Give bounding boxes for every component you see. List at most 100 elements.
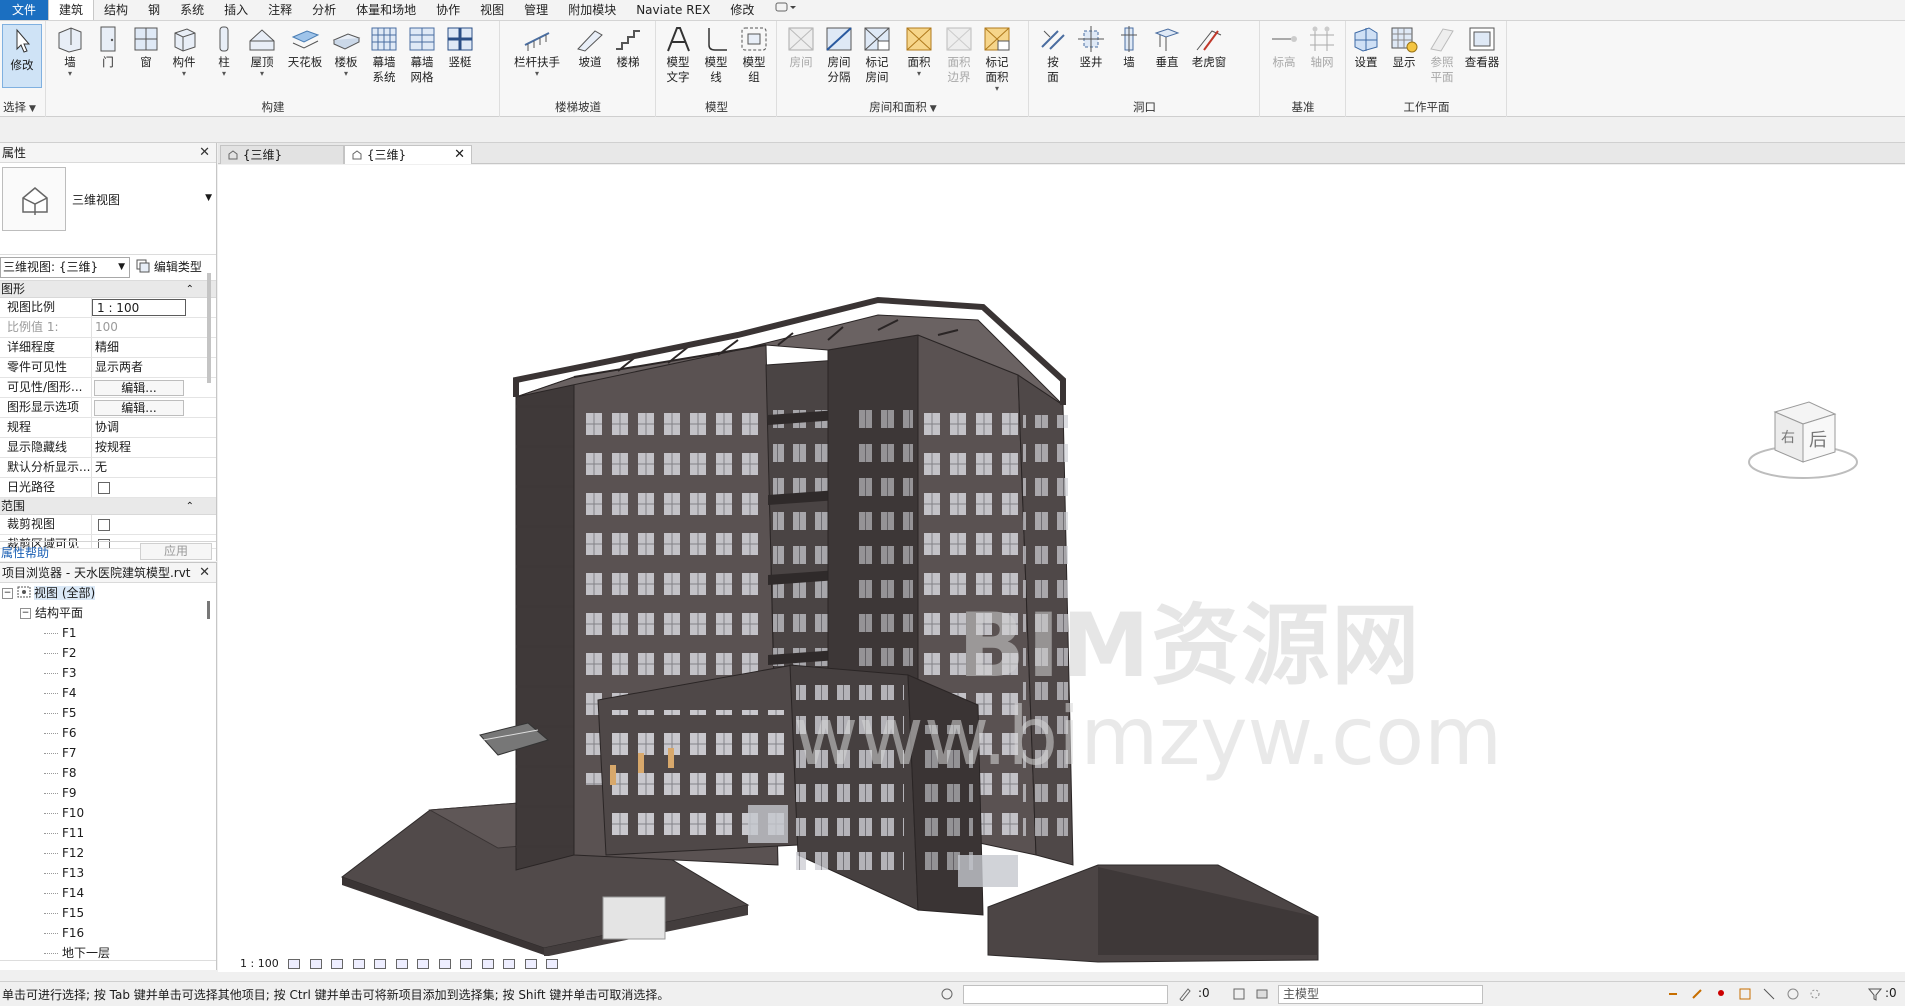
area-button[interactable]: 面积 ▾ (900, 25, 938, 78)
tree-level-item[interactable]: F12 (0, 843, 216, 863)
curtain-grid-button[interactable]: 幕墙 网格 (403, 25, 441, 85)
wall-opening-button[interactable]: 墙 (1110, 25, 1148, 70)
ramp-button[interactable]: 坡道 (571, 25, 609, 70)
crop-view-icon[interactable] (395, 959, 408, 969)
model-text-button[interactable]: 模型 文字 (659, 25, 697, 85)
select-by-face-icon[interactable] (1738, 987, 1752, 1001)
graphic-display-edit-button[interactable]: 编辑... (94, 400, 184, 416)
hidden-lines-select[interactable]: 按规程 (92, 438, 186, 457)
vertical-opening-button[interactable]: 垂直 (1148, 25, 1186, 70)
tab-systems[interactable]: 系统 (170, 0, 214, 20)
ribbon-minimize-toggle[interactable] (764, 0, 808, 20)
instance-selector[interactable]: 三维视图: {三维} ▼ (0, 257, 130, 278)
tab-addins[interactable]: 附加模块 (558, 0, 626, 20)
room-separator-button[interactable]: 房间 分隔 (820, 25, 858, 85)
tree-level-item[interactable]: F7 (0, 743, 216, 763)
tree-level-item[interactable]: F16 (0, 923, 216, 943)
doc-tab-3d-2[interactable]: {三维} ✕ (344, 145, 472, 164)
door-button[interactable]: 门 (89, 25, 127, 70)
tree-level-item[interactable]: F15 (0, 903, 216, 923)
tree-node-views[interactable]: − 视图 (全部) (0, 583, 216, 603)
tree-node-structural-plans[interactable]: − 结构平面 (0, 603, 216, 623)
browser-close-icon[interactable]: ✕ (199, 563, 210, 583)
tab-architecture[interactable]: 建筑 (48, 0, 95, 20)
stair-button[interactable]: 楼梯 (609, 25, 647, 70)
curtain-system-button[interactable]: 幕墙 系统 (365, 25, 403, 85)
tab-annotate[interactable]: 注释 (258, 0, 302, 20)
select-underlay-icon[interactable] (1690, 987, 1704, 1001)
shadows-icon[interactable] (352, 959, 365, 969)
area-boundary-button[interactable]: 面积 边界 (940, 25, 978, 85)
tree-level-item[interactable]: F8 (0, 763, 216, 783)
show-crop-region-icon[interactable] (417, 959, 430, 969)
worksharing-icon[interactable] (503, 959, 516, 969)
tree-level-item[interactable]: F6 (0, 723, 216, 743)
drag-elements-icon[interactable] (1762, 987, 1776, 1001)
edit-type-button[interactable]: 编辑类型 (136, 258, 202, 275)
background-process-icon[interactable] (1786, 987, 1800, 1001)
select-links-icon[interactable] (1666, 987, 1680, 1001)
parts-visibility-select[interactable]: 显示两者 (92, 358, 186, 377)
sun-path-icon[interactable] (331, 959, 344, 969)
tag-area-button[interactable]: 标记 面积 ▾ (978, 25, 1016, 93)
design-options-icon[interactable] (1232, 987, 1246, 1001)
constraints-icon[interactable] (546, 959, 559, 969)
properties-close-icon[interactable]: ✕ (199, 143, 210, 163)
group-graphics[interactable]: 图形 ⌃ (0, 281, 216, 298)
tab-file[interactable]: 文件 (0, 0, 49, 20)
tree-level-item[interactable]: F3 (0, 663, 216, 683)
sun-path-checkbox[interactable] (98, 482, 110, 494)
properties-help-link[interactable]: 属性帮助 (1, 544, 49, 561)
group-extents[interactable]: 范围 ⌃ (0, 498, 216, 515)
model-line-button[interactable]: 模型 线 (697, 25, 735, 85)
show-workplane-button[interactable]: 显示 (1385, 25, 1423, 70)
filter-icon[interactable] (1868, 987, 1882, 1001)
visibility-graphics-edit-button[interactable]: 编辑... (94, 380, 184, 396)
properties-scrollbar[interactable] (207, 273, 211, 383)
tree-level-item[interactable]: F1 (0, 623, 216, 643)
visual-style-icon[interactable] (309, 959, 322, 969)
collapse-icon[interactable]: ⌃ (186, 281, 194, 298)
detail-level-select[interactable]: 精细 (92, 338, 186, 357)
collapse-toggle-icon[interactable]: − (2, 588, 13, 599)
main-model-icon[interactable] (1255, 987, 1269, 1001)
building-model-3d[interactable] (218, 165, 1905, 972)
lock-view-icon[interactable] (438, 959, 451, 969)
viewcube[interactable]: 右 后 (1743, 390, 1863, 500)
level-button[interactable]: 标高 (1265, 25, 1303, 70)
tab-naviate-rex[interactable]: Naviate REX (626, 0, 720, 20)
crop-view-checkbox[interactable] (98, 519, 110, 531)
type-dropdown-icon[interactable]: ▼ (205, 193, 212, 203)
modify-button[interactable]: 修改 (2, 24, 42, 88)
viewer-button[interactable]: 查看器 (1461, 25, 1503, 70)
ceiling-button[interactable]: 天花板 (283, 25, 327, 70)
doc-tab-3d-1[interactable]: {三维} (220, 145, 344, 164)
temporary-hide-icon[interactable] (460, 959, 473, 969)
tab-analyze[interactable]: 分析 (302, 0, 346, 20)
tree-level-item[interactable]: F10 (0, 803, 216, 823)
tree-level-item[interactable]: F4 (0, 683, 216, 703)
collapse-toggle-icon[interactable]: − (20, 608, 31, 619)
window-button[interactable]: 窗 (127, 25, 165, 70)
detail-level-icon[interactable] (288, 959, 301, 969)
ref-plane-button[interactable]: 参照 平面 (1423, 25, 1461, 85)
render-icon[interactable] (374, 959, 387, 969)
component-button[interactable]: 构件 ▾ (165, 25, 203, 78)
tree-level-item[interactable]: F5 (0, 703, 216, 723)
railing-button[interactable]: 栏杆扶手 ▾ (509, 25, 565, 78)
opening-by-face-button[interactable]: 按 面 (1034, 25, 1072, 85)
select-pinned-icon[interactable] (1714, 987, 1728, 1001)
browser-horizontal-scrollbar[interactable] (0, 960, 216, 970)
tree-level-item[interactable]: F13 (0, 863, 216, 883)
3d-viewport[interactable]: BIM资源网 www.bimzyw.com 右 后 (218, 165, 1905, 972)
mullion-button[interactable]: 竖梃 (441, 25, 479, 70)
tab-massing-site[interactable]: 体量和场地 (346, 0, 426, 20)
tab-modify[interactable]: 修改 (720, 0, 764, 20)
analytical-model-icon[interactable] (524, 959, 537, 969)
shaft-button[interactable]: 竖井 (1072, 25, 1110, 70)
workset-selector[interactable] (963, 985, 1168, 1004)
view-scale-indicator[interactable]: 1 : 100 (240, 957, 279, 970)
collapse-icon[interactable]: ⌃ (186, 498, 194, 515)
apply-button[interactable]: 应用 (140, 543, 212, 560)
model-group-button[interactable]: 模型 组 (735, 25, 773, 85)
